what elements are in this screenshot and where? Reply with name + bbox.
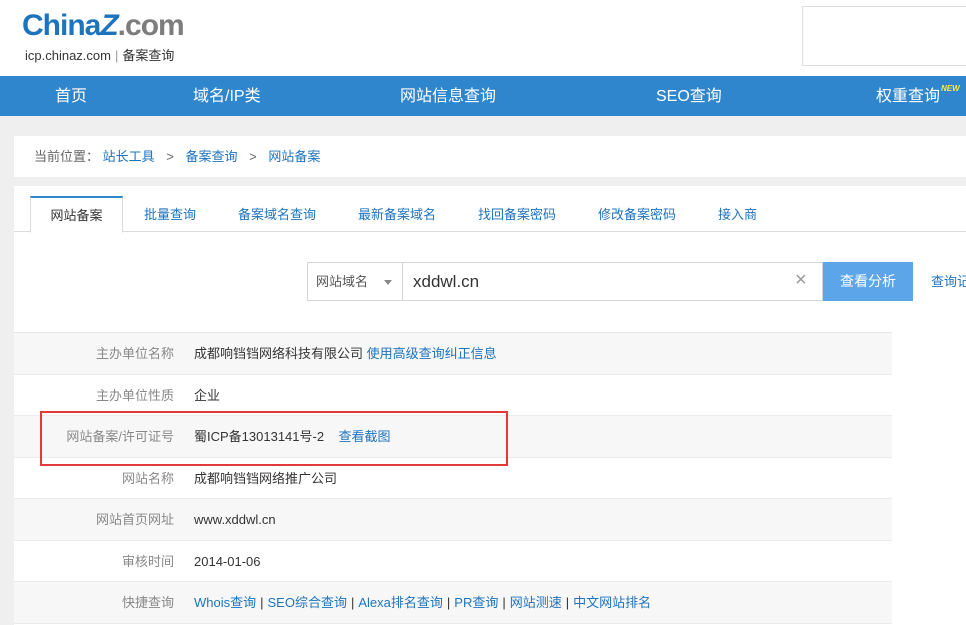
site-logo[interactable]: ChinaZ.com icp.chinaz.com | 备案查询 — [22, 8, 185, 63]
row-value: 成都响铛铛网络推广公司 — [194, 470, 338, 486]
row-value: 成都响铛铛网络科技有限公司 使用高级查询纠正信息 — [194, 346, 497, 361]
row-label: 主办单位性质 — [95, 387, 174, 403]
whois-link[interactable]: Whois查询 — [194, 595, 256, 610]
chevron-down-icon — [384, 280, 392, 285]
query-record-link[interactable]: 查询记 — [931, 262, 966, 301]
tab-change-icp-password[interactable]: 修改备案密码 — [598, 196, 676, 232]
nav-item-seo[interactable]: SEO查询 — [656, 76, 722, 116]
table-row: 主办单位名称 成都响铛铛网络科技有限公司 使用高级查询纠正信息 — [14, 333, 892, 375]
row-label: 网站名称 — [121, 470, 174, 486]
tab-recover-icp-password[interactable]: 找回备案密码 — [478, 196, 556, 232]
tab-icp-domain-query[interactable]: 备案域名查询 — [238, 196, 316, 232]
main-panel: 网站备案 批量查询 备案域名查询 最新备案域名 找回备案密码 修改备案密码 接入… — [14, 186, 966, 625]
row-label: 快捷查询 — [121, 595, 174, 610]
speed-test-link[interactable]: 网站测速 — [510, 595, 562, 610]
table-row: 网站名称 成都响铛铛网络推广公司 — [14, 458, 892, 499]
breadcrumb-link-icp[interactable]: 备案查询 — [186, 149, 238, 164]
table-row: 网站首页网址 www.xddwl.cn — [14, 499, 892, 541]
close-icon[interactable]: × — [795, 270, 807, 290]
right-gutter — [892, 332, 966, 625]
breadcrumb: 当前位置： 站长工具 > 备案查询 > 网站备案 — [14, 136, 966, 177]
seo-link[interactable]: SEO综合查询 — [268, 595, 347, 610]
tab-latest-icp-domains[interactable]: 最新备案域名 — [358, 196, 436, 232]
breadcrumb-link-tools[interactable]: 站长工具 — [103, 149, 155, 164]
row-value: 企业 — [194, 387, 221, 403]
pr-link[interactable]: PR查询 — [454, 595, 498, 610]
table-row: 审核时间 2014-01-06 — [14, 541, 892, 582]
analyze-button[interactable]: 查看分析 — [823, 262, 913, 301]
nav-item-domain-ip[interactable]: 域名/IP类 — [193, 76, 261, 116]
header: ChinaZ.com icp.chinaz.com | 备案查询 — [0, 0, 966, 76]
search-type-select[interactable]: 网站域名 — [307, 262, 403, 301]
tab-bar: 网站备案 批量查询 备案域名查询 最新备案域名 找回备案密码 修改备案密码 接入… — [14, 196, 966, 233]
domain-search-input[interactable]: xddwl.cn — [402, 262, 823, 301]
row-label: 主办单位名称 — [95, 346, 174, 361]
row-label: 网站首页网址 — [95, 512, 174, 527]
icp-result-table: 主办单位名称 成都响铛铛网络科技有限公司 使用高级查询纠正信息 主办单位性质 企… — [14, 332, 892, 624]
nav-item-home[interactable]: 首页 — [55, 76, 87, 116]
cn-rank-link[interactable]: 中文网站排名 — [573, 595, 651, 610]
table-row: 快捷查询 Whois查询 | SEO综合查询 | Alexa排名查询 | PR查询 | 网站测速… — [14, 582, 892, 624]
breadcrumb-separator: > — [166, 149, 174, 164]
logo-wordmark: ChinaZ.com — [22, 9, 185, 42]
alexa-link[interactable]: Alexa排名查询 — [358, 595, 443, 610]
tab-site-icp[interactable]: 网站备案 — [30, 196, 123, 233]
main-nav: 首页 域名/IP类 网站信息查询 SEO查询 权重查询 NEW — [0, 76, 966, 116]
nav-item-site-info[interactable]: 网站信息查询 — [400, 76, 496, 116]
row-label: 审核时间 — [121, 553, 174, 569]
nav-item-weight[interactable]: 权重查询 — [876, 76, 940, 116]
tab-batch-query[interactable]: 批量查询 — [144, 196, 196, 232]
view-screenshot-link[interactable]: 查看截图 — [339, 429, 391, 444]
new-badge: NEW — [941, 84, 960, 93]
row-value: 蜀ICP备13013141号-2 查看截图 — [194, 429, 391, 444]
quick-links: Whois查询 | SEO综合查询 | Alexa排名查询 | PR查询 | 网站测速 | 中文网站… — [194, 595, 652, 610]
logo-subtitle: icp.chinaz.com | 备案查询 — [25, 48, 175, 63]
table-row: 主办单位性质 企业 — [14, 375, 892, 416]
advanced-query-link[interactable]: 使用高级查询纠正信息 — [367, 346, 497, 361]
breadcrumb-separator: > — [249, 149, 257, 164]
tab-access-provider[interactable]: 接入商 — [718, 196, 757, 232]
breadcrumb-label: 当前位置： — [34, 149, 100, 164]
row-value: 2014-01-06 — [194, 553, 261, 569]
table-row: 网站备案/许可证号 蜀ICP备13013141号-2 查看截图 — [14, 416, 892, 458]
row-value: www.xddwl.cn — [194, 512, 276, 527]
row-label: 网站备案/许可证号 — [66, 429, 174, 444]
breadcrumb-link-site-icp[interactable]: 网站备案 — [268, 149, 320, 164]
header-ad-box — [802, 6, 966, 66]
